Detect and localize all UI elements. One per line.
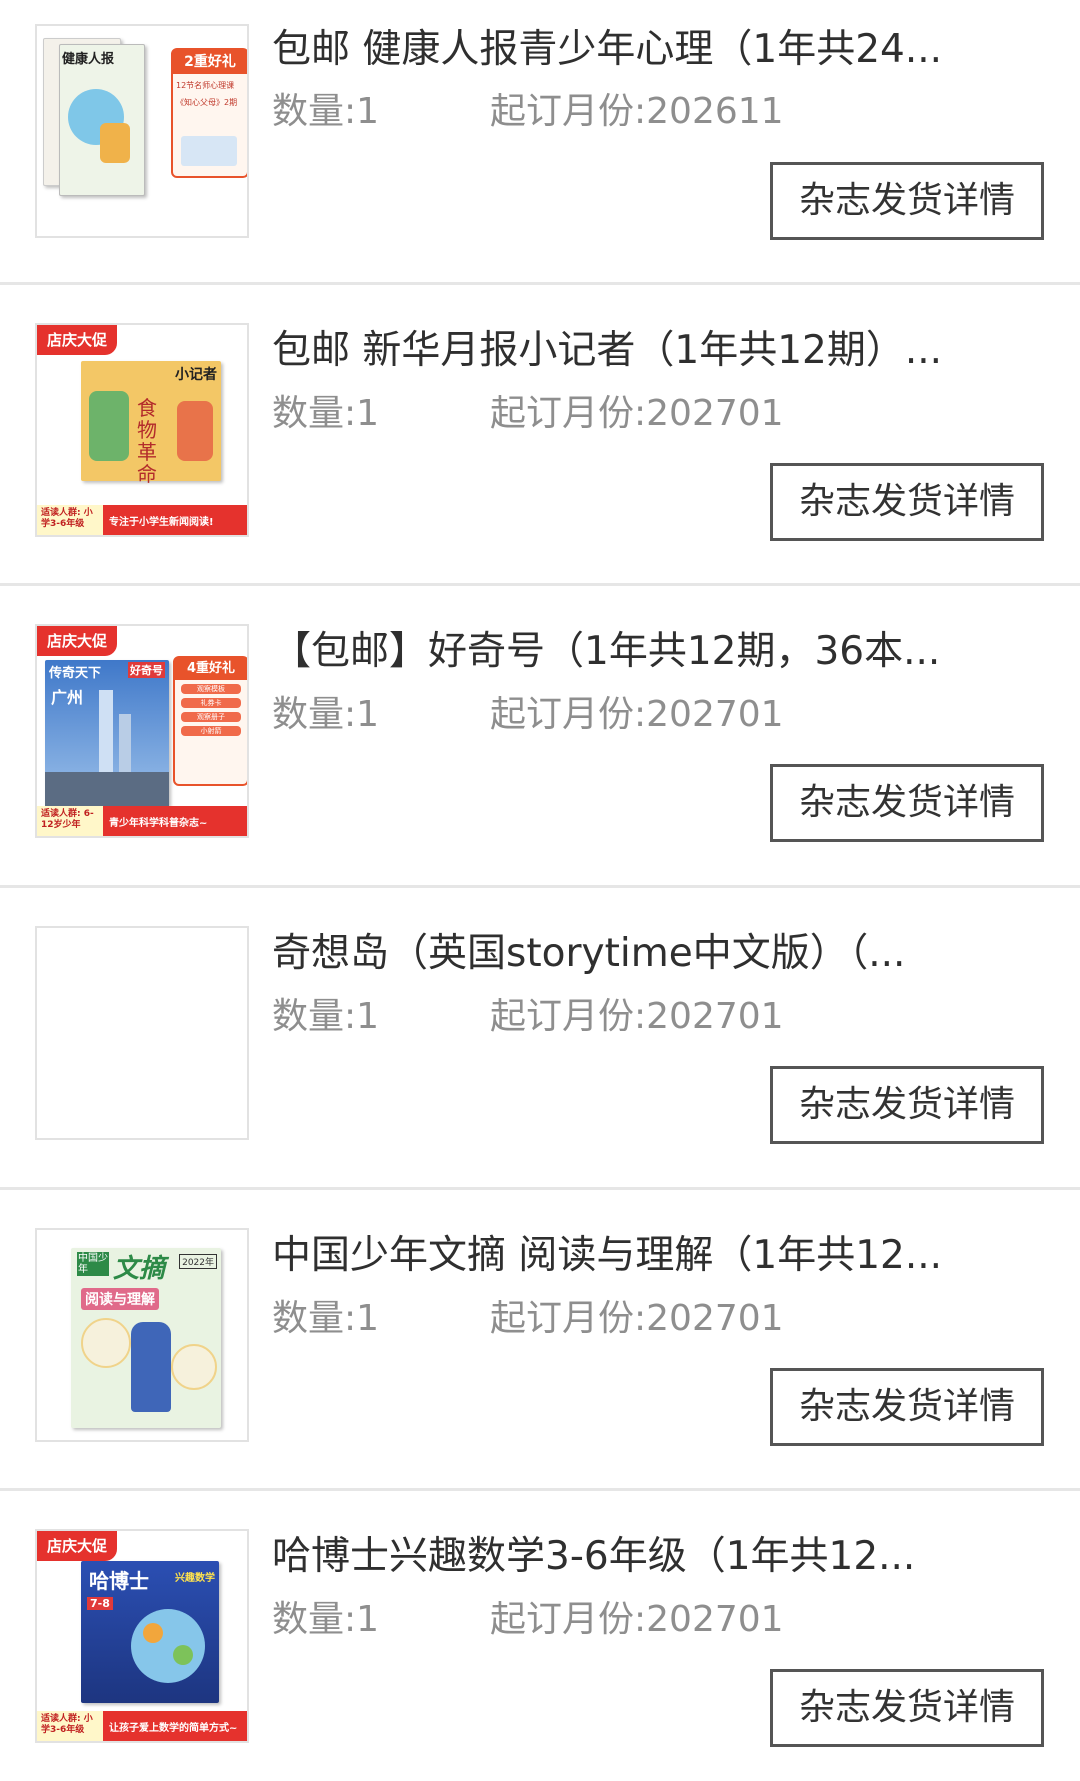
audience-band: 适读人群: 6-12岁少年 青少年科学科普杂志~	[37, 806, 247, 836]
order-item: 中国少年 文摘 2022年 阅读与理解 中国少年文摘 阅读与理解（1年共12..…	[0, 1190, 1080, 1488]
start-month-label: 起订月份:202701	[490, 1298, 784, 1339]
gift-line: 观察册子	[181, 712, 241, 722]
slogan-label: 让孩子爱上数学的简单方式~	[109, 1722, 238, 1734]
product-title[interactable]: 【包邮】好奇号（1年共12期，36本...	[272, 628, 1002, 676]
quantity-label: 数量:1	[272, 1599, 380, 1640]
magazine-cover-art: 中国少年 文摘 2022年 阅读与理解	[71, 1248, 221, 1428]
order-item: 哈博士 兴趣数学 7-8 店庆大促 适读人群: 小学3-6年级 让孩子爱上数学的…	[0, 1491, 1080, 1781]
product-thumbnail[interactable]: 中国少年 文摘 2022年 阅读与理解	[35, 1228, 249, 1442]
quantity-label: 数量:1	[272, 996, 380, 1037]
start-month-label: 起订月份:202701	[490, 996, 784, 1037]
quantity-label: 数量:1	[272, 1298, 380, 1339]
magazine-cover-art: 小记者 食物革命	[81, 361, 221, 485]
delivery-details-button[interactable]: 杂志发货详情	[770, 463, 1044, 541]
audience-label: 适读人群: 小学3-6年级	[37, 505, 103, 535]
start-month-label: 起订月份:202701	[490, 1599, 784, 1640]
product-thumbnail[interactable]: 传奇天下 好奇号 广州 4重好礼 观察模板 礼券卡 观察册子 小射箭 店庆大促 …	[35, 624, 249, 838]
cover-art-text: 食物革命	[137, 396, 157, 486]
product-thumbnail[interactable]: 健康人报 2重好礼 12节名师心理课 《知心父母》2期	[35, 24, 249, 238]
slogan-label: 青少年科学科普杂志~	[109, 817, 208, 829]
order-list: 健康人报 2重好礼 12节名师心理课 《知心父母》2期 包邮 健康人报青少年心理…	[0, 0, 1080, 1781]
order-item: 健康人报 2重好礼 12节名师心理课 《知心父母》2期 包邮 健康人报青少年心理…	[0, 0, 1080, 282]
cover-illustration	[131, 1609, 205, 1683]
promo-tag: 店庆大促	[37, 325, 118, 355]
cover-illustration	[131, 1322, 171, 1412]
cover-city: 广州	[51, 688, 84, 707]
gift-line: 12节名师心理课	[176, 81, 235, 90]
gift-line: 观察模板	[181, 684, 241, 694]
quantity-label: 数量:1	[272, 91, 380, 132]
cover-issue: 2022年	[179, 1254, 217, 1269]
audience-band: 适读人群: 小学3-6年级 专注于小学生新闻阅读!	[37, 505, 247, 535]
product-title[interactable]: 哈博士兴趣数学3-6年级（1年共12...	[272, 1533, 1002, 1581]
start-month-label: 起订月份:202611	[490, 91, 784, 132]
delivery-details-button[interactable]: 杂志发货详情	[770, 764, 1044, 842]
slogan-label: 专注于小学生新闻阅读!	[109, 516, 214, 528]
cover-illustration	[45, 772, 169, 806]
product-title[interactable]: 奇想岛（英国storytime中文版）（...	[272, 930, 1002, 978]
cover-subhead: 好奇号	[128, 662, 165, 678]
cover-illustration	[89, 391, 129, 461]
quantity-label: 数量:1	[272, 694, 380, 735]
audience-band: 适读人群: 小学3-6年级 让孩子爱上数学的简单方式~	[37, 1711, 247, 1741]
cover-headline: 小记者	[175, 367, 217, 383]
audience-label: 适读人群: 6-12岁少年	[37, 806, 103, 836]
cover-illustration	[143, 1623, 163, 1643]
product-thumbnail[interactable]: 哈博士 兴趣数学 7-8 店庆大促 适读人群: 小学3-6年级 让孩子爱上数学的…	[35, 1529, 249, 1743]
product-title[interactable]: 包邮 新华月报小记者（1年共12期）...	[272, 327, 1002, 375]
delivery-details-button[interactable]: 杂志发货详情	[770, 1066, 1044, 1144]
cover-headline: 健康人报	[62, 52, 115, 67]
delivery-details-button[interactable]: 杂志发货详情	[770, 162, 1044, 240]
cover-illustration	[100, 123, 130, 163]
order-item: 传奇天下 好奇号 广州 4重好礼 观察模板 礼券卡 观察册子 小射箭 店庆大促 …	[0, 586, 1080, 885]
magazine-cover-art: 传奇天下 好奇号 广州	[45, 660, 169, 806]
start-month-label: 起订月份:202701	[490, 393, 784, 434]
gift-title: 2重好礼	[173, 50, 247, 74]
gift-title: 4重好礼	[175, 658, 247, 680]
cover-illustration	[171, 1344, 217, 1390]
product-title[interactable]: 包邮 健康人报青少年心理（1年共24...	[272, 26, 1002, 74]
cover-illustration	[81, 1318, 131, 1368]
gift-line: 礼券卡	[181, 698, 241, 708]
cover-headline: 文摘	[113, 1254, 166, 1284]
start-month-label: 起订月份:202701	[490, 694, 784, 735]
gift-image	[181, 136, 237, 166]
gift-panel: 4重好礼 观察模板 礼券卡 观察册子 小射箭	[173, 656, 247, 786]
cover-grade: 7-8	[87, 1597, 113, 1610]
cover-headline: 传奇天下	[49, 666, 102, 681]
product-title[interactable]: 中国少年文摘 阅读与理解（1年共12...	[272, 1232, 1002, 1280]
quantity-label: 数量:1	[272, 393, 380, 434]
cover-illustration	[177, 401, 213, 461]
cover-headline: 哈博士	[89, 1569, 149, 1593]
cover-subhead: 兴趣数学	[175, 1573, 215, 1584]
magazine-cover-art: 健康人报	[59, 44, 145, 196]
product-thumbnail-placeholder[interactable]	[35, 926, 249, 1140]
promo-tag: 店庆大促	[37, 626, 118, 656]
gift-line: 小射箭	[181, 726, 241, 736]
delivery-details-button[interactable]: 杂志发货详情	[770, 1669, 1044, 1747]
product-thumbnail[interactable]: 小记者 食物革命 店庆大促 适读人群: 小学3-6年级 专注于小学生新闻阅读!	[35, 323, 249, 537]
gift-line: 《知心父母》2期	[176, 98, 238, 107]
promo-tag: 店庆大促	[37, 1531, 118, 1561]
cover-subhead: 阅读与理解	[81, 1288, 159, 1310]
delivery-details-button[interactable]: 杂志发货详情	[770, 1368, 1044, 1446]
cover-illustration	[173, 1645, 193, 1665]
order-item: 奇想岛（英国storytime中文版）（... 数量:1 起订月份:202701…	[0, 888, 1080, 1187]
gift-panel: 2重好礼 12节名师心理课 《知心父母》2期	[171, 48, 247, 178]
audience-label: 适读人群: 小学3-6年级	[37, 1711, 103, 1741]
order-item: 小记者 食物革命 店庆大促 适读人群: 小学3-6年级 专注于小学生新闻阅读! …	[0, 285, 1080, 583]
cover-mini-label: 中国少年	[77, 1252, 109, 1276]
magazine-cover-art: 哈博士 兴趣数学 7-8	[81, 1561, 219, 1703]
